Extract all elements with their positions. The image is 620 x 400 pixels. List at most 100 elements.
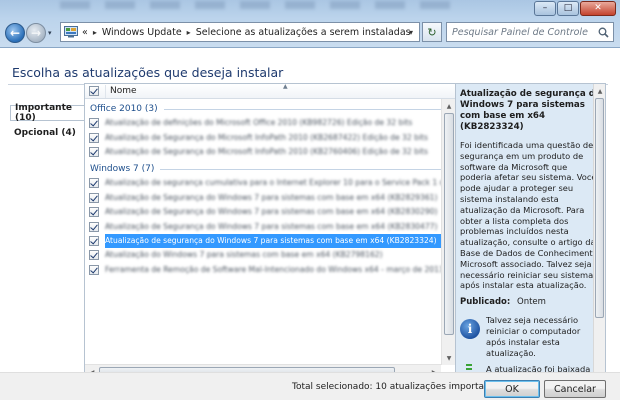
titlebar-background	[60, 1, 460, 9]
window-titlebar: – □ ✕ ← → ▾ « ▸ Windows Update ▸ Selecio…	[0, 0, 620, 48]
details-title: Atualização de segurança do Windows 7 pa…	[460, 89, 601, 132]
update-name: Atualização do Windows 7 para sistemas c…	[105, 250, 383, 260]
ok-button[interactable]: OK	[484, 380, 540, 398]
list-item[interactable]: Atualização de Segurança do Windows 7 pa…	[85, 205, 455, 219]
navigation-buttons: ← → ▾	[5, 23, 52, 43]
update-name: Atualização de Segurança do Microsoft In…	[105, 146, 428, 156]
list-header: Nome ▲	[85, 84, 455, 99]
updates-list: Nome ▲ Office 2010 (3) Atualização de def…	[84, 83, 456, 379]
address-bar[interactable]: « ▸ Windows Update ▸ Selecione as atuali…	[60, 22, 420, 42]
restart-note-text: Talvez seja necessário reiniciar o compu…	[486, 315, 581, 358]
address-dropdown-icon[interactable]: ▾	[403, 28, 419, 37]
published-value: Ontem	[517, 297, 546, 308]
details-scroll-thumb[interactable]	[595, 98, 604, 318]
update-checkbox[interactable]	[89, 250, 99, 261]
minimize-button[interactable]: –	[534, 1, 556, 16]
back-arrow-icon: ←	[9, 26, 21, 40]
list-item[interactable]: Atualização do Windows 7 para sistemas c…	[85, 248, 455, 262]
info-icon: i	[460, 319, 480, 340]
category-list: Importante (10) Opcional (4)	[10, 103, 84, 141]
scroll-down-icon[interactable]: ▼	[442, 351, 455, 365]
scroll-thumb[interactable]	[444, 113, 454, 335]
update-checkbox[interactable]	[89, 192, 99, 203]
group-divider	[163, 108, 451, 110]
refresh-button[interactable]: ↻	[422, 22, 442, 42]
breadcrumb-separator-icon[interactable]: ▸	[187, 28, 191, 37]
update-name-cell: Atualização do Windows 7 para sistemas c…	[105, 250, 383, 260]
group-header[interactable]: Office 2010 (3)	[85, 102, 455, 116]
update-checkbox[interactable]	[89, 118, 99, 129]
category-optional[interactable]: Opcional (4)	[10, 125, 84, 141]
update-checkbox[interactable]	[89, 207, 99, 218]
list-item[interactable]: Atualização de Segurança do Microsoft In…	[85, 130, 455, 144]
update-name-cell: Atualização de Segurança do Windows 7 pa…	[105, 222, 437, 232]
column-header-name[interactable]: Nome	[110, 86, 137, 96]
history-dropdown-icon[interactable]: ▾	[48, 29, 52, 37]
update-name-cell: Atualização de segurança do Windows 7 pa…	[105, 233, 441, 248]
category-important[interactable]: Importante (10)	[10, 103, 84, 123]
list-item[interactable]: Atualização de segurança cumulativa para…	[85, 176, 455, 190]
list-item[interactable]: Atualização de Segurança do Windows 7 pa…	[85, 219, 455, 233]
address-tools: ▾	[403, 23, 419, 41]
update-name: Atualização de Segurança do Windows 7 pa…	[105, 221, 438, 231]
breadcrumb-windows-update[interactable]: Windows Update	[102, 27, 182, 38]
published-label: Publicado:	[460, 297, 511, 308]
breadcrumb-select-updates[interactable]: Selecione as atualizações a serem instal…	[196, 27, 411, 38]
close-button[interactable]: ✕	[580, 1, 616, 16]
update-checkbox[interactable]	[89, 132, 99, 143]
restart-notice: i Talvez seja necessário reiniciar o com…	[460, 315, 601, 358]
details-scroll-up-icon[interactable]: ▲	[594, 84, 605, 98]
cancel-button[interactable]: Cancelar	[544, 380, 606, 398]
list-body: Office 2010 (3) Atualização de definições…	[85, 102, 455, 277]
address-overflow-icon[interactable]: «	[82, 27, 88, 38]
search-icon[interactable]	[598, 27, 609, 38]
update-name-cell: Atualização de Segurança do Windows 7 pa…	[105, 207, 437, 217]
maximize-button[interactable]: □	[557, 1, 579, 16]
update-name: Atualização de Segurança do Microsoft In…	[105, 132, 428, 142]
breadcrumb-separator-icon[interactable]: ▸	[93, 28, 97, 37]
window-controls: – □ ✕	[533, 1, 616, 16]
update-name-cell: Ferramenta de Remoção de Software Mal-In…	[105, 265, 455, 275]
details-published: Publicado: Ontem	[460, 297, 601, 307]
group-label: Windows 7 (7)	[90, 164, 155, 175]
scroll-up-icon[interactable]: ▲	[442, 99, 455, 113]
list-item[interactable]: Atualização de segurança do Windows 7 pa…	[85, 233, 455, 248]
details-scrollbar[interactable]: ▲	[593, 84, 605, 378]
list-vertical-scrollbar[interactable]: ▲ ▼	[441, 99, 455, 365]
control-panel-icon	[64, 26, 78, 38]
update-name-cell: Atualização de Segurança do Microsoft In…	[105, 133, 428, 143]
update-checkbox[interactable]	[89, 221, 99, 232]
refresh-icon: ↻	[427, 25, 437, 39]
group-label: Office 2010 (3)	[90, 104, 158, 114]
list-item[interactable]: Ferramenta de Remoção de Software Mal-In…	[85, 263, 455, 277]
main-content: Escolha as atualizações que deseja insta…	[0, 49, 620, 400]
update-checkbox[interactable]	[89, 178, 99, 189]
sort-ascending-icon: ▲	[283, 83, 288, 90]
details-description: Foi identificada uma questão de seguranç…	[460, 140, 598, 291]
update-name-cell: Atualização de segurança cumulativa para…	[105, 178, 455, 188]
update-name: Atualização de Segurança do Windows 7 pa…	[105, 207, 438, 217]
group-divider	[160, 168, 451, 170]
update-name: Atualização de segurança do Windows 7 pa…	[105, 236, 437, 246]
back-button[interactable]: ←	[5, 23, 25, 43]
search-placeholder: Pesquisar Painel de Controle	[452, 26, 588, 38]
update-name: Atualização de segurança cumulativa para…	[105, 178, 455, 188]
update-checkbox[interactable]	[89, 264, 99, 275]
list-item[interactable]: Atualização de definições do Microsoft O…	[85, 116, 455, 130]
forward-arrow-icon: →	[30, 26, 42, 40]
details-pane: Atualização de segurança do Windows 7 pa…	[456, 83, 606, 379]
list-item[interactable]: Atualização de Segurança do Windows 7 pa…	[85, 191, 455, 205]
update-name: Ferramenta de Remoção de Software Mal-In…	[105, 264, 455, 274]
column-separator	[105, 84, 106, 98]
update-checkbox[interactable]	[89, 235, 99, 246]
update-name-cell: Atualização de Segurança do Microsoft In…	[105, 147, 428, 157]
list-item[interactable]: Atualização de Segurança do Microsoft In…	[85, 145, 455, 159]
update-name-cell: Atualização de definições do Microsoft O…	[105, 118, 412, 128]
forward-button[interactable]: →	[26, 23, 46, 43]
update-checkbox[interactable]	[89, 146, 99, 157]
total-selected-text: Total selecionado: 10 atualizações impor…	[292, 382, 504, 392]
update-name: Atualização de definições do Microsoft O…	[105, 118, 413, 128]
search-box[interactable]: Pesquisar Painel de Controle	[446, 22, 614, 42]
select-all-checkbox[interactable]	[89, 86, 99, 96]
group-header[interactable]: Windows 7 (7)	[85, 162, 455, 176]
